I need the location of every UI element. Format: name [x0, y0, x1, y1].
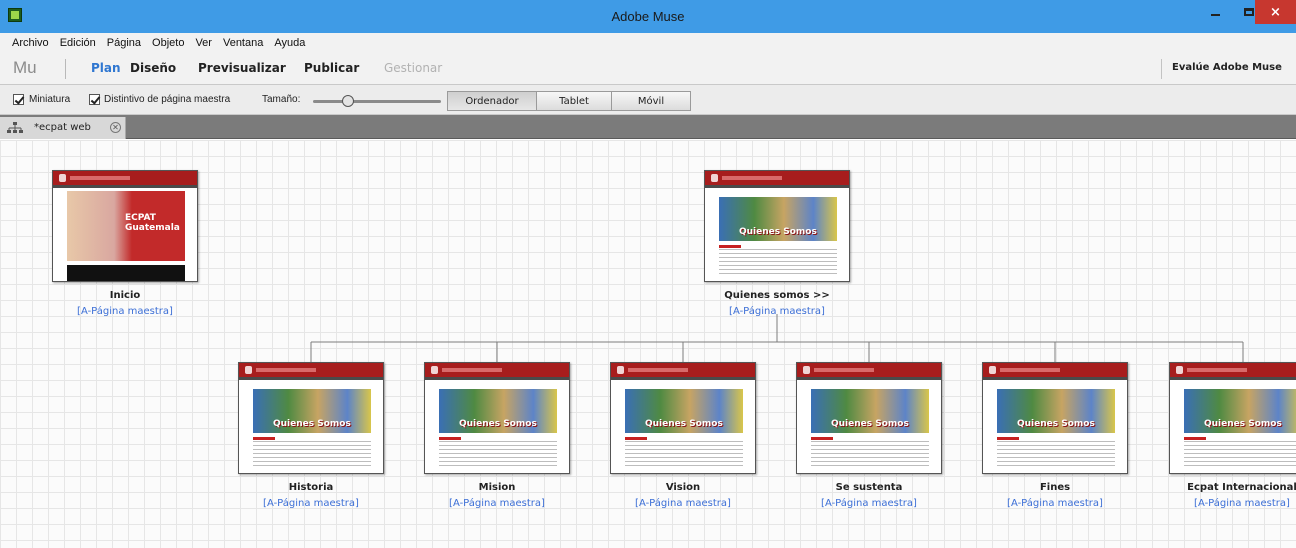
menu-objeto[interactable]: Objeto: [152, 37, 184, 49]
menu-ventana[interactable]: Ventana: [223, 37, 263, 49]
hero-text: ECPAT Guatemala: [125, 213, 180, 233]
muse-logo: Mu: [13, 58, 37, 77]
layout-mobile-button[interactable]: Móvil: [611, 91, 691, 111]
thumbnail-checkbox[interactable]: [13, 94, 24, 105]
workflow-bar: Mu Plan Diseño Previsualizar Publicar Ge…: [0, 53, 1296, 85]
page-node-fines[interactable]: Quienes Somos Fines [A-Página maestra]: [975, 362, 1135, 509]
page-title[interactable]: Inicio: [45, 290, 205, 301]
page-title[interactable]: Quienes somos >>: [697, 290, 857, 301]
menu-bar: Archivo Edición Página Objeto Ver Ventan…: [0, 33, 1296, 53]
maximize-icon: [1244, 8, 1254, 16]
menu-pagina[interactable]: Página: [107, 37, 141, 49]
page-node-quienes-somos[interactable]: Quienes Somos Quienes somos >> [A-Página…: [697, 170, 857, 317]
thumbnail-label: Miniatura: [29, 94, 71, 105]
page-title[interactable]: Ecpat Internacional: [1162, 482, 1296, 493]
banner-text: Quienes Somos: [739, 227, 817, 237]
master-page-link[interactable]: [A-Página maestra]: [45, 306, 205, 317]
master-page-link[interactable]: [A-Página maestra]: [417, 498, 577, 509]
evaluate-muse-link[interactable]: Evalúe Adobe Muse: [1172, 62, 1282, 73]
page-title[interactable]: Vision: [603, 482, 763, 493]
master-page-link[interactable]: [A-Página maestra]: [697, 306, 857, 317]
evaluate-divider: [1161, 59, 1162, 79]
menu-ayuda[interactable]: Ayuda: [274, 37, 305, 49]
master-page-link[interactable]: [A-Página maestra]: [231, 498, 391, 509]
tab-diseno[interactable]: Diseño: [130, 61, 176, 75]
page-node-vision[interactable]: Quienes Somos Vision [A-Página maestra]: [603, 362, 763, 509]
page-title[interactable]: Mision: [417, 482, 577, 493]
banner-text: Quienes Somos: [273, 419, 351, 429]
page-thumbnail[interactable]: Quienes Somos: [610, 362, 756, 474]
page-title[interactable]: Fines: [975, 482, 1135, 493]
page-title[interactable]: Se sustenta: [789, 482, 949, 493]
master-page-link[interactable]: [A-Página maestra]: [1162, 498, 1296, 509]
size-label: Tamaño:: [262, 94, 301, 105]
document-tab-strip: *ecpat web ✕: [0, 115, 1296, 139]
banner-text: Quienes Somos: [831, 419, 909, 429]
master-page-link[interactable]: [A-Página maestra]: [975, 498, 1135, 509]
tab-publicar[interactable]: Publicar: [304, 61, 359, 75]
page-node-inicio[interactable]: ECPAT Guatemala Inicio [A-Página maestra…: [45, 170, 205, 317]
page-node-mision[interactable]: Quienes Somos Mision [A-Página maestra]: [417, 362, 577, 509]
page-node-se-sustenta[interactable]: Quienes Somos Se sustenta [A-Página maes…: [789, 362, 949, 509]
page-node-ecpat-internacional[interactable]: Quienes Somos Ecpat Internacional [A-Pág…: [1162, 362, 1296, 509]
options-bar: Miniatura Distintivo de página maestra T…: [0, 85, 1296, 115]
layout-desktop-button[interactable]: Ordenador: [447, 91, 537, 111]
banner-text: Quienes Somos: [1204, 419, 1282, 429]
logo-divider: [65, 59, 66, 79]
tab-plan[interactable]: Plan: [91, 61, 121, 75]
page-thumbnail[interactable]: Quienes Somos: [704, 170, 850, 282]
page-node-historia[interactable]: Quienes Somos Historia [A-Página maestra…: [231, 362, 391, 509]
page-thumbnail[interactable]: Quienes Somos: [238, 362, 384, 474]
tab-gestionar: Gestionar: [384, 61, 443, 75]
banner-text: Quienes Somos: [459, 419, 537, 429]
menu-archivo[interactable]: Archivo: [12, 37, 49, 49]
page-thumbnail[interactable]: Quienes Somos: [1169, 362, 1296, 474]
page-thumbnail[interactable]: ECPAT Guatemala: [52, 170, 198, 282]
size-slider[interactable]: [313, 100, 441, 103]
minimize-button[interactable]: [1196, 0, 1234, 24]
document-tab-label: *ecpat web: [34, 122, 91, 133]
document-tab[interactable]: *ecpat web ✕: [0, 117, 126, 139]
page-thumbnail[interactable]: Quienes Somos: [796, 362, 942, 474]
tab-previsualizar[interactable]: Previsualizar: [198, 61, 286, 75]
size-slider-handle[interactable]: [341, 95, 354, 107]
site-map-canvas: ECPAT Guatemala Inicio [A-Página maestra…: [0, 140, 1296, 548]
master-page-link[interactable]: [A-Página maestra]: [789, 498, 949, 509]
banner-text: Quienes Somos: [645, 419, 723, 429]
menu-ver[interactable]: Ver: [195, 37, 212, 49]
window-title: Adobe Muse: [611, 9, 685, 24]
master-badge-label: Distintivo de página maestra: [104, 94, 231, 105]
sitemap-icon: [7, 122, 23, 133]
page-title[interactable]: Historia: [231, 482, 391, 493]
close-tab-icon[interactable]: ✕: [110, 122, 121, 133]
layout-tablet-button[interactable]: Tablet: [536, 91, 612, 111]
minimize-icon: [1210, 14, 1220, 16]
close-icon: ×: [1270, 4, 1281, 20]
banner-text: Quienes Somos: [1017, 419, 1095, 429]
master-page-link[interactable]: [A-Página maestra]: [603, 498, 763, 509]
close-button[interactable]: ×: [1255, 0, 1296, 24]
page-thumbnail[interactable]: Quienes Somos: [982, 362, 1128, 474]
master-badge-checkbox[interactable]: [89, 94, 100, 105]
title-bar: Adobe Muse ×: [0, 0, 1296, 33]
page-thumbnail[interactable]: Quienes Somos: [424, 362, 570, 474]
menu-edicion[interactable]: Edición: [60, 37, 96, 49]
